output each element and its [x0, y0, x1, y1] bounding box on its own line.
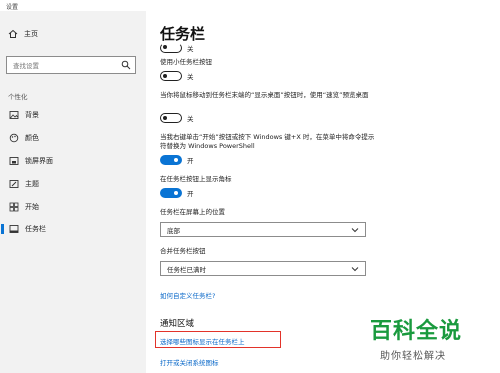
sidebar-item-taskbar[interactable]: 任务栏 — [0, 222, 146, 236]
powershell-state: 开 — [187, 157, 194, 165]
search-icon[interactable] — [121, 60, 131, 70]
badges-state: 开 — [187, 190, 194, 198]
watermark-slogan: 助你轻松解决 — [380, 351, 446, 362]
powershell-label: 当我右键单击“开始”按钮或按下 Windows 键+X 时，在菜单中将命令提示符… — [160, 133, 375, 150]
sidebar-item-label: 主题 — [25, 180, 39, 188]
small-buttons-toggle[interactable] — [160, 71, 182, 81]
palette-icon — [9, 133, 19, 143]
home-icon — [8, 29, 18, 39]
customize-taskbar-link[interactable]: 如何自定义任务栏? — [160, 290, 215, 300]
sidebar-item-label: 颜色 — [25, 134, 39, 142]
notification-area-heading: 通知区域 — [160, 319, 195, 329]
taskbar-icon — [9, 224, 19, 234]
sidebar-item-themes[interactable]: 主题 — [0, 177, 146, 191]
sidebar-item-label: 开始 — [25, 203, 39, 211]
peek-label: 当你将鼠标移动到任务栏末端的“显示桌面”按钮时，使用“速览”预览桌面 — [160, 91, 369, 99]
page-title: 任务栏 — [160, 25, 206, 43]
partial-toggle[interactable] — [160, 43, 182, 53]
sidebar-item-colors[interactable]: 颜色 — [0, 131, 146, 145]
sidebar-item-label: 任务栏 — [25, 225, 46, 233]
system-icons-link[interactable]: 打开或关闭系统图标 — [160, 357, 219, 367]
brush-icon — [9, 179, 19, 189]
chevron-down-icon — [351, 226, 359, 234]
combine-dropdown[interactable]: 任务栏已满时 — [160, 261, 366, 276]
partial-toggle-row: 关 — [160, 43, 194, 53]
watermark-logo-text: 百科全说 — [370, 319, 463, 344]
position-value: 底部 — [167, 226, 180, 235]
window-title: 设置 — [6, 4, 19, 11]
sidebar-item-start[interactable]: 开始 — [0, 200, 146, 214]
peek-toggle-row: 关 — [160, 113, 194, 123]
powershell-toggle-row: 开 — [160, 155, 194, 165]
sidebar-item-lockscreen[interactable]: 锁屏界面 — [0, 154, 146, 168]
nav-home[interactable]: 主页 — [8, 29, 38, 39]
small-buttons-label: 使用小任务栏按钮 — [160, 58, 212, 66]
powershell-toggle[interactable] — [160, 155, 182, 165]
nav-home-label: 主页 — [24, 30, 38, 38]
sidebar-item-label: 背景 — [25, 111, 39, 119]
sidebar-item-background[interactable]: 背景 — [0, 108, 146, 122]
peek-state: 关 — [187, 115, 194, 123]
sidebar: 主页 查找设置 个性化 背景 颜色 锁屏界面 主题 开始 任务栏 — [0, 11, 146, 373]
combine-value: 任务栏已满时 — [167, 265, 206, 274]
small-buttons-toggle-row: 关 — [160, 71, 194, 81]
select-icons-link[interactable]: 选择哪些图标显示在任务栏上 — [160, 336, 245, 346]
position-label: 任务栏在屏幕上的位置 — [160, 208, 225, 216]
section-label-personalization: 个性化 — [8, 93, 28, 101]
start-grid-icon — [9, 202, 19, 212]
badges-toggle[interactable] — [160, 188, 182, 198]
watermark: 百科全说 助你轻松解决 — [370, 313, 496, 362]
badges-label: 在任务栏按钮上显示角标 — [160, 175, 232, 183]
active-indicator — [1, 224, 4, 234]
combine-label: 合并任务栏按钮 — [160, 247, 206, 255]
image-icon — [9, 110, 19, 120]
small-buttons-state: 关 — [187, 73, 194, 81]
search-placeholder: 查找设置 — [13, 62, 39, 70]
peek-toggle[interactable] — [160, 113, 182, 123]
sidebar-item-label: 锁屏界面 — [25, 157, 53, 165]
badges-toggle-row: 开 — [160, 188, 194, 198]
chevron-down-icon — [351, 265, 359, 273]
partial-toggle-state: 关 — [187, 45, 194, 53]
position-dropdown[interactable]: 底部 — [160, 222, 366, 237]
lockscreen-icon — [9, 156, 19, 166]
search-input[interactable]: 查找设置 — [6, 56, 136, 74]
